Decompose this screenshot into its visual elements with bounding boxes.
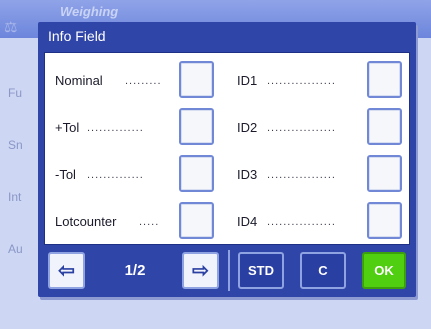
dots: ......... [125,75,162,87]
dots: ................. [267,216,336,228]
scale-icon: ⚖ [4,19,18,36]
dots: .............. [87,169,144,181]
dots: ................. [267,122,336,134]
label-id1: ID1 [237,73,258,88]
minus-tol-checkbox[interactable] [179,155,214,192]
footer-divider [228,250,230,291]
background-label: Fu [8,86,23,100]
label-id3: ID3 [237,167,258,182]
id4-checkbox[interactable] [367,202,402,239]
dialog-body: Nominal ......... +Tol .............. -T… [44,52,410,245]
nominal-checkbox[interactable] [179,61,214,98]
label-plus-tol: +Tol [55,120,80,135]
arrow-right-icon: ⇨ [192,259,209,282]
dots: ..... [139,216,160,228]
id2-checkbox[interactable] [367,108,402,145]
id1-checkbox[interactable] [367,61,402,98]
background-title: Weighing [60,4,119,19]
prev-page-button[interactable]: ⇦ [48,252,85,289]
arrow-left-icon: ⇦ [58,259,75,282]
background-label: Au [8,242,23,256]
dots: ................. [267,75,336,87]
id3-checkbox[interactable] [367,155,402,192]
background-label: Sn [8,138,23,152]
dialog-footer: ⇦ 1/2 ⇨ STD C OK [44,248,410,293]
std-button[interactable]: STD [238,252,284,289]
plus-tol-checkbox[interactable] [179,108,214,145]
label-id4: ID4 [237,214,258,229]
ok-button[interactable]: OK [362,252,406,289]
info-field-dialog: Info Field Nominal ......... +Tol ......… [38,22,416,297]
dots: .............. [87,122,144,134]
page-indicator: 1/2 [124,262,146,279]
label-minus-tol: -Tol [55,167,76,182]
c-button[interactable]: C [300,252,346,289]
label-nominal: Nominal [55,73,103,88]
label-lotcounter: Lotcounter [55,214,117,229]
next-page-button[interactable]: ⇨ [182,252,219,289]
lotcounter-checkbox[interactable] [179,202,214,239]
dots: ................. [267,169,336,181]
background-label: Int [8,190,22,204]
dialog-title: Info Field [48,28,106,44]
label-id2: ID2 [237,120,258,135]
